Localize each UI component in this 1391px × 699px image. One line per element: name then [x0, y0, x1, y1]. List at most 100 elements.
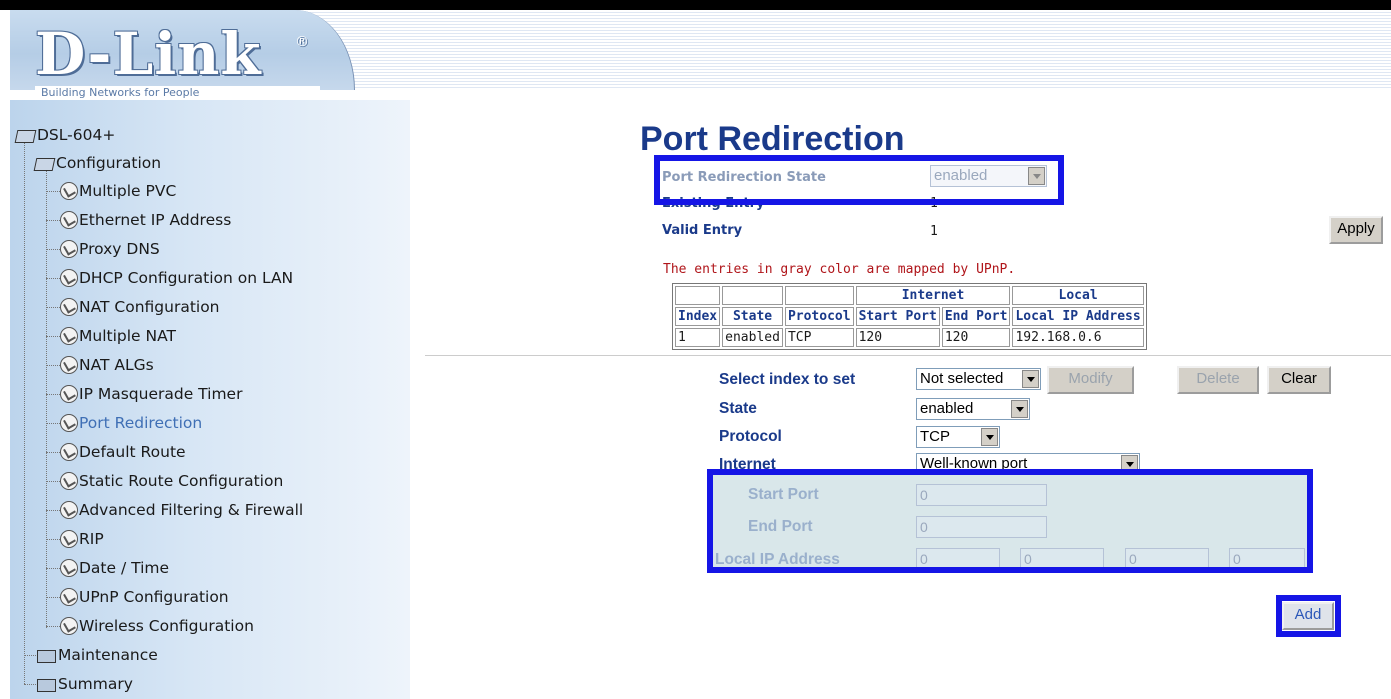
tree-folder-summary[interactable]: Summary — [36, 673, 133, 695]
sidebar-item-label: IP Masquerade Timer — [79, 385, 243, 403]
table-header-blank — [784, 286, 854, 305]
config-page-icon — [60, 182, 78, 200]
sidebar-nav: DSL-604+ Configuration Multiple PVC Ethe… — [10, 100, 410, 699]
table-header-index: Index — [675, 307, 721, 326]
sidebar-item-multiple-pvc[interactable]: Multiple PVC — [60, 180, 176, 202]
tree-folder-configuration[interactable]: Configuration — [34, 152, 161, 174]
tree-branch — [46, 452, 60, 453]
tagline: Building Networks for People — [35, 86, 320, 100]
tree-root[interactable]: DSL-604+ — [15, 124, 115, 146]
table-row[interactable]: 1 enabled TCP 120 120 192.168.0.6 — [675, 328, 1144, 347]
state-value: enabled — [920, 400, 974, 417]
table-cell-end-port: 120 — [941, 328, 1011, 347]
config-page-icon — [60, 211, 78, 229]
protocol-value: TCP — [920, 428, 950, 445]
config-page-icon — [60, 414, 78, 432]
state-label: State — [719, 400, 757, 417]
select-index-value: Not selected — [920, 370, 1004, 387]
config-page-icon — [60, 588, 78, 606]
tree-branch — [46, 307, 60, 308]
sidebar-item-port-redirection[interactable]: Port Redirection — [60, 412, 202, 434]
sidebar-item-label: Multiple PVC — [79, 182, 177, 200]
sidebar-item-nat-algs[interactable]: NAT ALGs — [60, 354, 154, 376]
sidebar-item-label: Static Route Configuration — [79, 472, 284, 490]
tree-branch — [46, 278, 60, 279]
valid-entry-label: Valid Entry — [662, 223, 743, 238]
main-content: Port Redirection Port Redirection State … — [410, 100, 1391, 699]
tree-branch — [46, 394, 60, 395]
state-select[interactable]: enabled — [916, 398, 1030, 420]
tree-branch — [24, 655, 36, 656]
config-page-icon — [60, 530, 78, 548]
closed-folder-icon — [36, 647, 56, 663]
sidebar-item-label: Port Redirection — [79, 414, 203, 432]
tree-branch — [46, 336, 60, 337]
tree-line-root — [24, 136, 25, 684]
tree-branch — [46, 191, 60, 192]
sidebar-item-label: Date / Time — [79, 559, 170, 577]
select-index-dropdown[interactable]: Not selected — [916, 368, 1041, 390]
tree-branch — [46, 626, 60, 627]
tree-root-label: DSL-604+ — [37, 126, 116, 144]
sidebar-item-multiple-nat[interactable]: Multiple NAT — [60, 325, 176, 347]
table-header-protocol: Protocol — [784, 307, 854, 326]
sidebar-item-label: DHCP Configuration on LAN — [79, 269, 294, 287]
table-header-local-ip: Local IP Address — [1012, 307, 1144, 326]
sidebar-item-ip-masquerade-timer[interactable]: IP Masquerade Timer — [60, 383, 242, 405]
sidebar-item-advanced-filtering[interactable]: Advanced Filtering & Firewall — [60, 499, 303, 521]
sidebar-item-default-route[interactable]: Default Route — [60, 441, 186, 463]
tree-branch — [46, 249, 60, 250]
chevron-down-icon — [981, 428, 998, 446]
table-group-header-row: Internet Local — [675, 286, 1144, 305]
tree-folder-maintenance[interactable]: Maintenance — [36, 644, 158, 666]
sidebar-item-proxy-dns[interactable]: Proxy DNS — [60, 238, 160, 260]
sidebar-item-dhcp-configuration[interactable]: DHCP Configuration on LAN — [60, 267, 293, 289]
tree-branch — [46, 365, 60, 366]
table-group-local: Local — [1012, 286, 1144, 305]
protocol-select[interactable]: TCP — [916, 426, 1000, 448]
sidebar-item-ethernet-ip-address[interactable]: Ethernet IP Address — [60, 209, 231, 231]
sidebar-item-rip[interactable]: RIP — [60, 528, 104, 550]
sidebar-item-label: Ethernet IP Address — [79, 211, 232, 229]
open-folder-icon — [34, 155, 54, 171]
chevron-down-icon — [1011, 400, 1028, 418]
table-cell-protocol: TCP — [784, 328, 854, 347]
clear-button[interactable]: Clear — [1267, 366, 1331, 394]
modify-button[interactable]: Modify — [1047, 366, 1134, 394]
table-cell-index: 1 — [675, 328, 721, 347]
table-header-blank — [675, 286, 721, 305]
tree-folder-summary-label: Summary — [58, 675, 133, 693]
page-title: Port Redirection — [640, 120, 905, 158]
sidebar-item-upnp-configuration[interactable]: UPnP Configuration — [60, 586, 229, 608]
tree-line-config — [46, 164, 47, 628]
highlight-box-ports — [707, 469, 1313, 573]
config-page-icon — [60, 385, 78, 403]
tree-branch — [46, 510, 60, 511]
select-index-label: Select index to set — [719, 371, 856, 388]
sidebar-item-label: NAT Configuration — [79, 298, 220, 316]
tree-branch — [46, 568, 60, 569]
tree-branch — [46, 220, 60, 221]
sidebar-item-wireless-configuration[interactable]: Wireless Configuration — [60, 615, 254, 637]
config-page-icon — [60, 472, 78, 490]
logo-panel: D-Link ® Building Networks for People — [10, 10, 355, 100]
tree-branch — [46, 539, 60, 540]
sidebar-item-label: Default Route — [79, 443, 186, 461]
sidebar-item-label: Advanced Filtering & Firewall — [79, 501, 304, 519]
apply-button[interactable]: Apply — [1329, 216, 1383, 244]
tree-folder-maintenance-label: Maintenance — [58, 646, 158, 664]
table-cell-state: enabled — [722, 328, 783, 347]
delete-button[interactable]: Delete — [1177, 366, 1259, 394]
tree-branch — [24, 684, 36, 685]
tree-folder-configuration-label: Configuration — [56, 154, 162, 172]
sidebar-item-nat-configuration[interactable]: NAT Configuration — [60, 296, 220, 318]
config-page-icon — [60, 617, 78, 635]
section-divider — [425, 355, 1391, 357]
table-header-row: Index State Protocol Start Port End Port… — [675, 307, 1144, 326]
config-page-icon — [60, 559, 78, 577]
config-page-icon — [60, 356, 78, 374]
sidebar-item-label: RIP — [79, 530, 104, 548]
sidebar-item-date-time[interactable]: Date / Time — [60, 557, 169, 579]
sidebar-item-static-route[interactable]: Static Route Configuration — [60, 470, 283, 492]
sidebar-item-label: UPnP Configuration — [79, 588, 229, 606]
